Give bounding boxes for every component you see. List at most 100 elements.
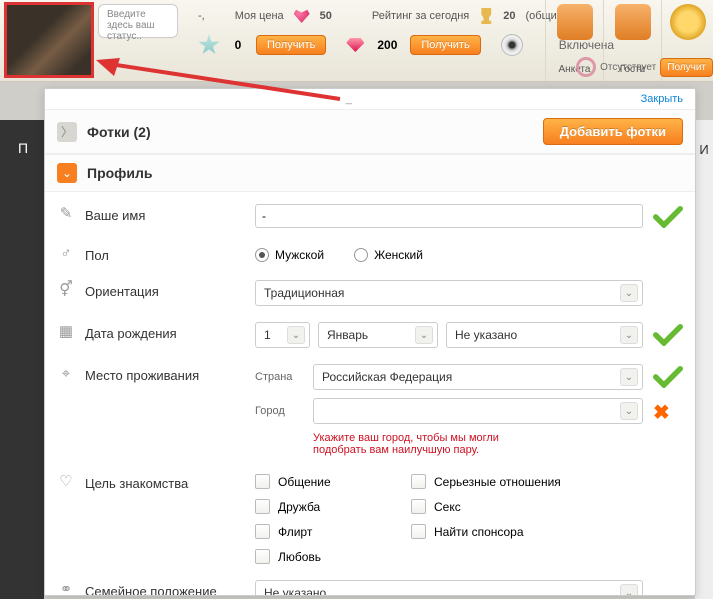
pencil-icon: ✎ [60, 204, 73, 222]
cb-label: Дружба [278, 500, 320, 514]
dob-day-select[interactable]: 1⌄ [255, 322, 310, 348]
guests-icon [615, 4, 651, 40]
heart-icon [294, 9, 310, 23]
trophy-icon [479, 8, 493, 24]
price-label: Моя цена [235, 10, 284, 22]
get-stars-button[interactable]: Получить [256, 35, 326, 55]
row-orientation: ⚥ Ориентация Традиционная⌄ [45, 272, 695, 314]
marital-select[interactable]: Не указано ⌄ [255, 580, 643, 595]
profile-modal: _ Закрыть 〉 Фотки (2) Добавить фотки ⌄ П… [44, 88, 696, 596]
get-ring-button[interactable]: Получит [660, 58, 713, 77]
city-select[interactable]: ⌄ [313, 398, 643, 424]
orientation-icon: ⚥ [59, 280, 73, 298]
pin-icon: ⌖ [62, 365, 70, 382]
photos-section-header[interactable]: 〉 Фотки (2) Добавить фотки [45, 109, 695, 154]
orientation-select[interactable]: Традиционная ⌄ [255, 280, 643, 306]
price-value: 50 [320, 10, 332, 22]
city-error-text: Укажите ваш город, чтобы мы могли подобр… [255, 432, 535, 456]
radio-male[interactable]: Мужской [255, 248, 324, 262]
row-goal: ♡ Цель знакомства Общение Серьезные отно… [45, 464, 695, 572]
marital-value: Не указано [264, 586, 326, 595]
absent-label: Отсутствует [600, 62, 656, 73]
caret-icon: ⌄ [620, 584, 638, 595]
caret-icon: ⌄ [620, 402, 638, 420]
cb-label: Секс [434, 500, 461, 514]
avatar-highlight[interactable] [4, 2, 94, 78]
top-header: Введите здесь ваш статус.. -, Моя цена 5… [0, 0, 713, 82]
orientation-value: Традиционная [264, 286, 344, 300]
bg-letter-left: П [18, 140, 28, 156]
cb-sex[interactable]: Секс [411, 499, 611, 514]
marital-label: Семейное положение [85, 580, 245, 595]
name-label: Ваше имя [85, 204, 245, 223]
right-strip: И [695, 120, 713, 599]
ring-icon [576, 57, 596, 77]
caret-icon: ⌄ [620, 368, 638, 386]
caret-icon: ⌄ [620, 284, 638, 302]
dob-year-select[interactable]: Не указано ⌄ [446, 322, 643, 348]
user-avatar [7, 5, 91, 75]
caret-icon: ⌄ [415, 326, 433, 344]
rating-label: Рейтинг за сегодня [372, 10, 469, 22]
country-value: Российская Федерация [322, 370, 452, 384]
status-input[interactable]: Введите здесь ваш статус.. [98, 4, 178, 38]
star-count: 0 [226, 38, 250, 52]
close-link[interactable]: Закрыть [641, 93, 683, 105]
radio-female-label: Женский [374, 248, 423, 262]
row-name: ✎ Ваше имя [45, 196, 695, 236]
bg-letter-right: И [699, 142, 708, 157]
profile-section-header[interactable]: ⌄ Профиль [45, 154, 695, 192]
cb-serious[interactable]: Серьезные отношения [411, 474, 611, 489]
row-gender: ♂ Пол Мужской Женский [45, 236, 695, 272]
check-icon [653, 324, 683, 346]
error-icon: ✖ [653, 402, 670, 424]
country-select[interactable]: Российская Федерация ⌄ [313, 364, 643, 390]
dob-year: Не указано [455, 328, 517, 342]
get-diamonds-button[interactable]: Получить [410, 35, 480, 55]
chevron-right-icon: 〉 [57, 122, 77, 142]
cb-label: Найти спонсора [434, 525, 524, 539]
add-photos-button[interactable]: Добавить фотки [543, 118, 683, 145]
left-dark-strip [0, 120, 44, 599]
gender-icon: ♂ [60, 245, 71, 262]
cb-friend[interactable]: Дружба [255, 499, 395, 514]
modal-dash: _ [346, 93, 352, 105]
profile-icon [557, 4, 593, 40]
check-icon [653, 366, 683, 388]
row-city: Город ⌄ Укажите ваш город, чтобы мы могл… [45, 398, 695, 464]
photos-title: Фотки (2) [87, 124, 151, 140]
location-label: Место проживания [85, 364, 245, 383]
dob-month: Январь [327, 328, 368, 342]
caret-icon: ⌄ [620, 326, 638, 344]
dob-day: 1 [264, 328, 271, 342]
cb-label: Серьезные отношения [434, 475, 561, 489]
radio-female[interactable]: Женский [354, 248, 423, 262]
country-sublabel: Страна [255, 371, 305, 383]
profile-title: Профиль [87, 165, 153, 181]
gender-label: Пол [85, 244, 245, 263]
radio-male-label: Мужской [275, 248, 324, 262]
rating-value: 20 [503, 10, 515, 22]
cb-flirt[interactable]: Флирт [255, 524, 395, 539]
caret-icon: ⌄ [287, 326, 305, 344]
star-icon [198, 34, 220, 56]
cb-label: Любовь [278, 550, 321, 564]
cb-sponsor[interactable]: Найти спонсора [411, 524, 611, 539]
luck-icon [670, 4, 706, 40]
cb-chat[interactable]: Общение [255, 474, 395, 489]
city-sublabel: Город [255, 405, 305, 417]
diamond-count: 200 [370, 38, 404, 52]
row-marital: ⚭ Семейное положение Не указано ⌄ [45, 572, 695, 595]
name-input[interactable] [255, 204, 643, 228]
dob-month-select[interactable]: Январь ⌄ [318, 322, 438, 348]
calendar-icon: ▦ [59, 322, 73, 340]
rings-icon: ⚭ [60, 580, 73, 595]
row-location: ⌖ Место проживания Страна Российская Фед… [45, 356, 695, 398]
goal-label: Цель знакомства [85, 472, 245, 491]
dob-label: Дата рождения [85, 322, 245, 341]
header-dash: -, [198, 10, 205, 22]
chevron-down-icon: ⌄ [57, 163, 77, 183]
heart-outline-icon: ♡ [59, 472, 72, 490]
cb-love[interactable]: Любовь [255, 549, 395, 564]
eye-icon[interactable] [501, 34, 523, 56]
